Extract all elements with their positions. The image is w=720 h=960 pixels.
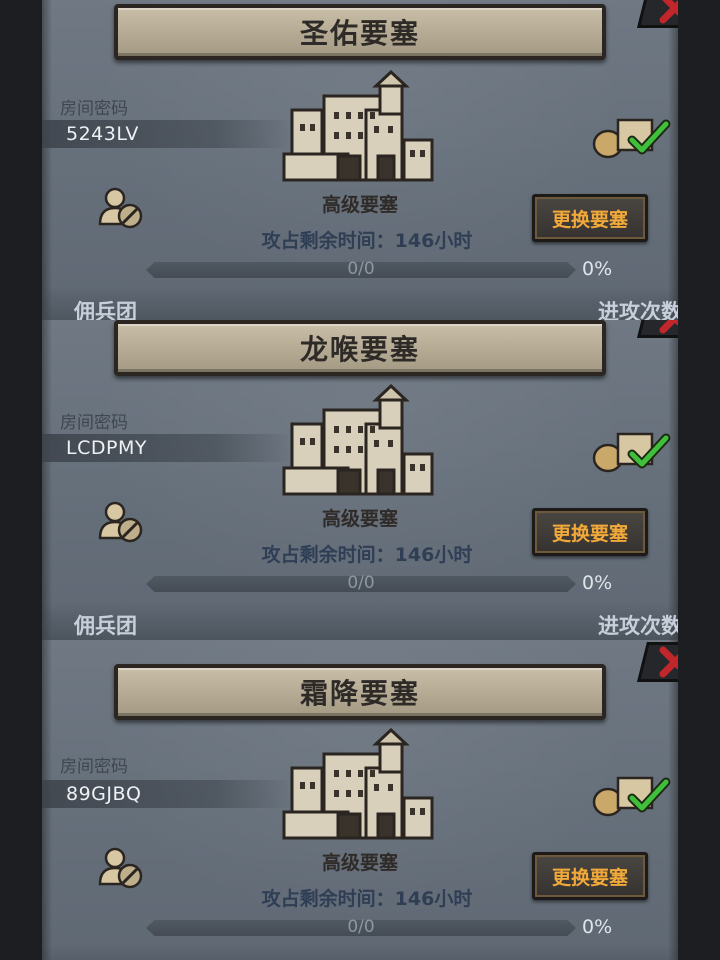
fortress-level-label: 高级要塞 xyxy=(321,508,398,530)
fortress-panel-3: 霜降要塞 房间密码 89GJBQ 高级要塞 攻占剩余时间：146小时 更换要塞 … xyxy=(0,640,720,960)
room-code-field: 5243LV xyxy=(42,120,292,148)
close-button[interactable] xyxy=(637,0,678,28)
capture-progress-percent: 0% xyxy=(582,572,613,594)
close-button[interactable] xyxy=(637,642,678,682)
fortress-level-label: 高级要塞 xyxy=(321,194,398,216)
capture-progress-percent: 0% xyxy=(582,916,613,938)
room-code-value: 5243LV xyxy=(66,123,139,145)
fortress-title: 圣佑要塞 xyxy=(299,17,420,50)
fortress-panel-1: 圣佑要塞 房间密码 5243LV 高级要塞 攻占剩余时间：146小时 更换要塞 … xyxy=(0,0,720,320)
swap-fortress-button[interactable]: 更换要塞 xyxy=(532,194,648,242)
room-code-label: 房间密码 xyxy=(60,413,128,433)
swap-fortress-button[interactable]: 更换要塞 xyxy=(532,508,648,556)
loot-claimed-icon xyxy=(592,432,671,473)
swap-fortress-label: 更换要塞 xyxy=(551,522,628,545)
attack-count-tab[interactable]: 进攻次数 xyxy=(598,610,678,640)
fortress-panel-2: 龙喉要塞 房间密码 LCDPMY 高级要塞 攻占剩余时间：146小时 更换要塞 … xyxy=(0,320,720,640)
close-x-icon xyxy=(659,646,678,678)
room-code-value: 89GJBQ xyxy=(66,783,142,805)
capture-time-remaining: 攻占剩余时间：146小时 xyxy=(261,888,473,910)
panel-edge-shade xyxy=(42,0,52,320)
castle-icon xyxy=(282,728,434,840)
no-player-icon xyxy=(98,187,143,229)
castle-icon xyxy=(282,384,434,496)
fortress-title-plate: 圣佑要塞 xyxy=(114,4,606,60)
mercenary-tab[interactable]: 佣兵团 xyxy=(74,296,137,320)
capture-progress-percent: 0% xyxy=(582,258,613,280)
capture-progress-text: 0/0 xyxy=(347,917,375,937)
panel-edge-shade xyxy=(42,320,52,640)
room-code-field: LCDPMY xyxy=(42,434,292,462)
fortress-title: 龙喉要塞 xyxy=(299,333,420,366)
capture-time-remaining: 攻占剩余时间：146小时 xyxy=(261,230,473,252)
panel-edge-shade xyxy=(668,0,678,320)
fortress-title-plate: 龙喉要塞 xyxy=(114,320,606,376)
close-button[interactable] xyxy=(637,320,678,338)
fortress-title: 霜降要塞 xyxy=(299,677,420,710)
room-code-label: 房间密码 xyxy=(60,99,128,119)
swap-fortress-label: 更换要塞 xyxy=(551,866,628,889)
no-player-icon xyxy=(98,847,143,889)
swap-fortress-button[interactable]: 更换要塞 xyxy=(532,852,648,900)
fortress-level-label: 高级要塞 xyxy=(321,852,398,874)
swap-fortress-label: 更换要塞 xyxy=(551,208,628,231)
attack-count-tab[interactable]: 进攻次数 xyxy=(598,296,678,320)
mercenary-tab[interactable]: 佣兵团 xyxy=(74,610,137,640)
footer-band xyxy=(42,602,678,640)
castle-icon xyxy=(282,70,434,182)
footer-band xyxy=(42,944,678,960)
close-x-icon xyxy=(659,320,678,334)
no-player-icon xyxy=(98,501,143,543)
close-x-icon xyxy=(659,0,678,24)
panel-edge-shade xyxy=(668,320,678,640)
fortress-title-plate: 霜降要塞 xyxy=(114,664,606,720)
loot-claimed-icon xyxy=(592,776,671,817)
footer-band xyxy=(42,286,678,320)
loot-claimed-icon xyxy=(592,118,671,159)
capture-time-remaining: 攻占剩余时间：146小时 xyxy=(261,544,473,566)
room-code-label: 房间密码 xyxy=(60,757,128,777)
capture-progress-text: 0/0 xyxy=(347,259,375,279)
room-code-value: LCDPMY xyxy=(66,437,147,459)
capture-progress-text: 0/0 xyxy=(347,573,375,593)
room-code-field: 89GJBQ xyxy=(42,780,292,808)
